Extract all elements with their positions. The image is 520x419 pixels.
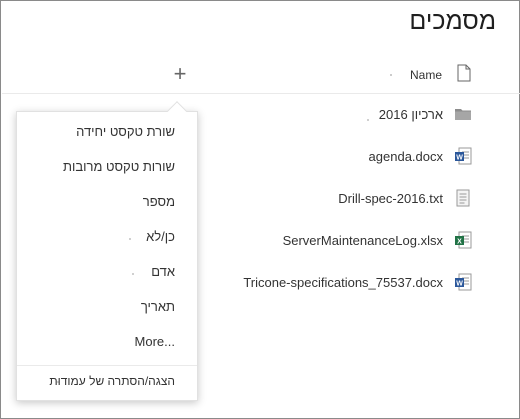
list-item[interactable]: Tricone-specifications_75537.docx W	[199, 269, 519, 297]
name-column-header[interactable]: Name	[410, 68, 442, 82]
file-type-header-icon[interactable]	[457, 64, 471, 82]
file-name[interactable]: Tricone-specifications_75537.docx	[243, 275, 443, 290]
menu-item-number[interactable]: מספר	[15, 188, 197, 216]
header-dot	[390, 74, 392, 76]
menu-item-date[interactable]: תאריך	[15, 293, 197, 321]
svg-text:W: W	[456, 280, 463, 287]
menu-dot	[132, 273, 134, 275]
menu-separator	[17, 365, 197, 366]
menu-item-single-line-text[interactable]: שורת טקסט יחידה	[15, 118, 197, 146]
menu-item-person[interactable]: אדם	[15, 258, 197, 286]
file-name[interactable]: Drill-spec-2016.txt	[338, 191, 443, 206]
add-column-menu: שורת טקסט יחידה שורות טקסט מרובות מספר כ…	[16, 111, 198, 401]
word-icon: W	[455, 147, 472, 165]
folder-icon	[455, 109, 471, 120]
menu-dot	[129, 238, 131, 240]
menu-item-label: אדם	[151, 264, 175, 279]
file-name[interactable]: agenda.docx	[369, 149, 443, 164]
add-column-button[interactable]: +	[168, 63, 192, 87]
excel-icon: X	[455, 231, 472, 249]
list-item[interactable]: ServerMaintenanceLog.xlsx X	[199, 227, 519, 255]
window-frame: מסמכים + Name ארכיון 2016 agenda.docx W …	[0, 0, 520, 419]
text-file-icon	[456, 189, 470, 207]
menu-item-label: שורות טקסט מרובות	[63, 159, 175, 174]
menu-item-yes-no[interactable]: כן/לא	[15, 223, 197, 251]
list-item[interactable]: Drill-spec-2016.txt	[199, 185, 519, 213]
list-item[interactable]: ארכיון 2016	[199, 101, 519, 129]
word-icon: W	[455, 273, 472, 291]
show-hide-columns-button[interactable]: הצגה/הסתרה של עמודות	[49, 374, 175, 388]
file-name[interactable]: ארכיון 2016	[379, 107, 443, 122]
menu-item-label: כן/לא	[146, 229, 175, 244]
page-title: מסמכים	[409, 7, 496, 35]
svg-text:X: X	[457, 238, 462, 245]
row-dot	[367, 119, 369, 121]
list-header-row: + Name	[2, 56, 520, 94]
svg-text:W: W	[456, 154, 463, 161]
menu-item-label: מספר	[142, 194, 175, 209]
menu-item-label: שורת טקסט יחידה	[76, 124, 175, 139]
file-name[interactable]: ServerMaintenanceLog.xlsx	[283, 233, 443, 248]
menu-item-label: תאריך	[140, 299, 175, 314]
menu-item-label: More...	[134, 334, 175, 349]
list-item[interactable]: agenda.docx W	[199, 143, 519, 171]
menu-item-more[interactable]: More...	[15, 328, 197, 356]
menu-item-multiple-lines-text[interactable]: שורות טקסט מרובות	[15, 153, 197, 181]
